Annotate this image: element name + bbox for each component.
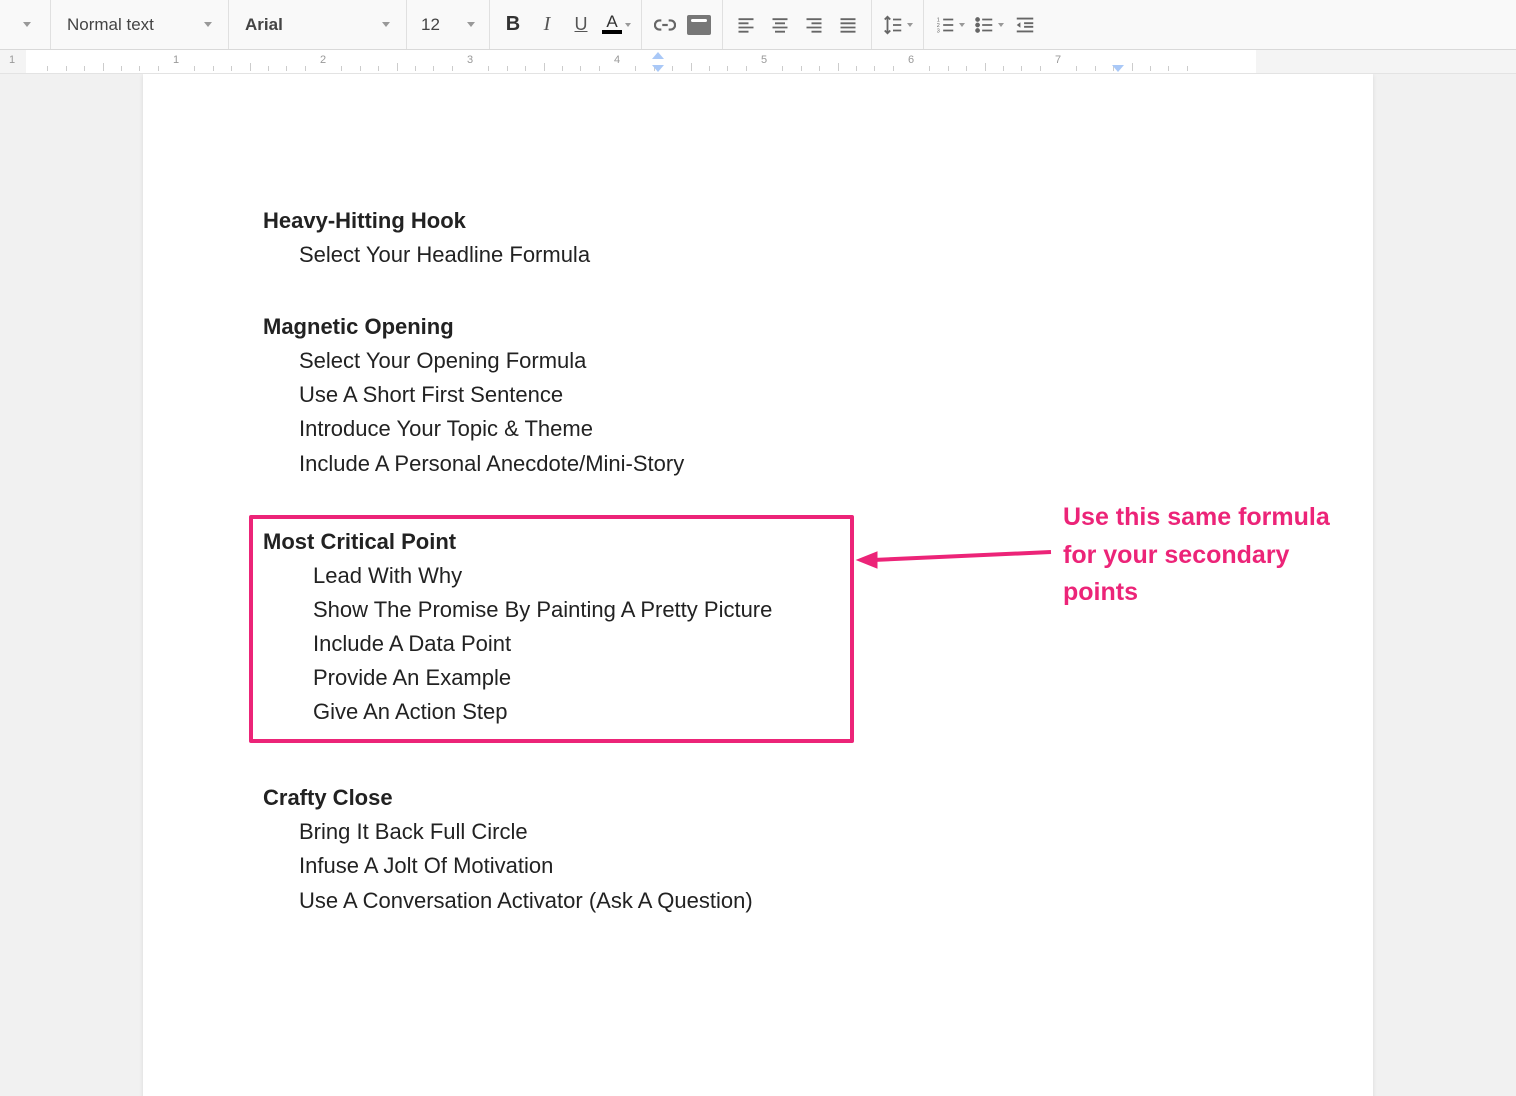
line-spacing-button[interactable] — [878, 7, 917, 43]
section-heading[interactable]: Most Critical Point — [263, 525, 840, 559]
section-item[interactable]: Provide An Example — [263, 661, 840, 695]
ruler-number: 5 — [761, 54, 767, 66]
bold-button[interactable]: B — [496, 7, 530, 43]
section-heading[interactable]: Heavy-Hitting Hook — [263, 204, 1303, 238]
align-justify-icon — [838, 15, 858, 35]
font-size-select[interactable]: 12 — [413, 7, 483, 43]
section-item[interactable]: Show The Promise By Painting A Pretty Pi… — [263, 593, 840, 627]
section-item[interactable]: Select Your Opening Formula — [263, 344, 1303, 378]
section-item[interactable]: Give An Action Step — [263, 695, 840, 729]
section-item[interactable]: Infuse A Jolt Of Motivation — [263, 849, 1303, 883]
align-justify-button[interactable] — [831, 7, 865, 43]
highlighted-section: Most Critical PointLead With WhyShow The… — [249, 515, 854, 744]
section-item[interactable]: Include A Data Point — [263, 627, 840, 661]
section-item[interactable]: Use A Short First Sentence — [263, 378, 1303, 412]
underline-button[interactable]: U — [564, 7, 598, 43]
paragraph-style-label: Normal text — [67, 15, 154, 35]
annotation-text: Use this same formula for your secondary… — [1063, 499, 1343, 612]
ruler-number: 7 — [1055, 54, 1061, 66]
font-family-select[interactable]: Arial — [235, 7, 400, 43]
decrease-indent-button[interactable] — [1008, 7, 1042, 43]
ruler-number: 6 — [908, 54, 914, 66]
document-canvas[interactable]: Heavy-Hitting HookSelect Your Headline F… — [0, 74, 1516, 1096]
font-family-label: Arial — [245, 15, 283, 35]
decrease-indent-icon — [1014, 14, 1036, 36]
font-size-label: 12 — [421, 15, 440, 35]
insert-link-button[interactable] — [648, 7, 682, 43]
left-indent-marker[interactable] — [652, 65, 664, 72]
first-line-indent-marker[interactable] — [652, 52, 664, 59]
paragraph-style-select[interactable]: Normal text — [57, 7, 222, 43]
highlight-color-button[interactable] — [682, 7, 716, 43]
align-center-icon — [770, 15, 790, 35]
bulleted-list-button[interactable] — [969, 7, 1008, 43]
more-formatting-dropdown[interactable] — [10, 7, 44, 43]
annotation-arrow — [855, 542, 1055, 578]
italic-button[interactable]: I — [530, 7, 564, 43]
ruler-number: 2 — [320, 54, 326, 66]
section-heading[interactable]: Magnetic Opening — [263, 310, 1303, 344]
align-left-icon — [736, 15, 756, 35]
align-right-icon — [804, 15, 824, 35]
section-item[interactable]: Lead With Why — [263, 559, 840, 593]
numbered-list-button[interactable]: 123 — [930, 7, 969, 43]
align-center-button[interactable] — [763, 7, 797, 43]
svg-text:3: 3 — [937, 28, 940, 34]
right-indent-marker[interactable] — [1112, 65, 1124, 72]
align-right-button[interactable] — [797, 7, 831, 43]
document-page[interactable]: Heavy-Hitting HookSelect Your Headline F… — [143, 74, 1373, 1096]
bulleted-list-icon — [973, 14, 995, 36]
text-color-button[interactable]: A — [598, 7, 635, 43]
section-item[interactable]: Include A Personal Anecdote/Mini-Story — [263, 447, 1303, 481]
section-item[interactable]: Bring It Back Full Circle — [263, 815, 1303, 849]
section-heading[interactable]: Crafty Close — [263, 781, 1303, 815]
line-spacing-icon — [882, 14, 904, 36]
ruler-number: 1 — [9, 54, 15, 66]
align-left-button[interactable] — [729, 7, 763, 43]
link-icon — [654, 14, 676, 36]
section-item[interactable]: Use A Conversation Activator (Ask A Ques… — [263, 884, 1303, 918]
ruler-number: 4 — [614, 54, 620, 66]
highlighter-icon — [687, 15, 711, 35]
section-item[interactable]: Introduce Your Topic & Theme — [263, 412, 1303, 446]
toolbar: Normal text Arial 12 B I U A — [0, 0, 1516, 50]
ruler-number: 1 — [173, 54, 179, 66]
ruler-number: 3 — [467, 54, 473, 66]
section-item[interactable]: Select Your Headline Formula — [263, 238, 1303, 272]
horizontal-ruler[interactable]: 1 1 2 3 4 5 6 7 — [0, 50, 1516, 74]
numbered-list-icon: 123 — [934, 14, 956, 36]
